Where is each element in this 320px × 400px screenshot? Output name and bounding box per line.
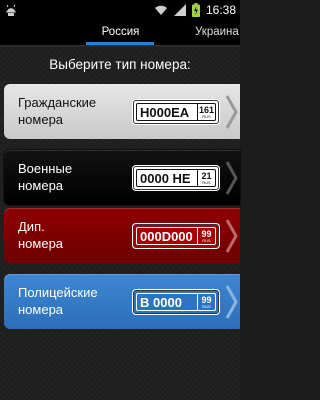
plate-region: 99 RUS bbox=[197, 294, 215, 310]
plate-region: 21 RUS bbox=[197, 170, 215, 186]
tab-ukraine[interactable]: Украина bbox=[195, 20, 239, 46]
card-label: Военные номера bbox=[18, 161, 73, 193]
plate-type-military-button[interactable]: Военные номера 0000 НЕ 21 RUS bbox=[4, 150, 240, 205]
plate-region: 161 RUS bbox=[197, 104, 215, 120]
chevron-right-icon bbox=[225, 161, 238, 195]
signal-icon bbox=[173, 4, 186, 16]
card-label: Полицейские номера bbox=[18, 285, 98, 317]
card-label: Гражданские номера bbox=[18, 95, 97, 127]
plate-type-diplomatic-button[interactable]: Дип. номера 000D000 99 RUS bbox=[4, 208, 240, 263]
plate-number: 000D000 bbox=[140, 229, 193, 244]
usb-debug-icon bbox=[6, 4, 16, 16]
tab-bar: Россия Украина bbox=[0, 20, 240, 46]
plate-preview: Н000ЕА 161 RUS bbox=[133, 100, 219, 124]
plate-preview: 0000 НЕ 21 RUS bbox=[133, 166, 219, 190]
clock: 16:38 bbox=[205, 3, 236, 17]
wifi-icon bbox=[154, 5, 167, 15]
plate-preview: 000D000 99 RUS bbox=[133, 224, 219, 248]
plate-number: 0000 НЕ bbox=[140, 171, 191, 186]
plate-type-police-button[interactable]: Полицейские номера В 0000 99 RUS bbox=[4, 274, 240, 329]
chevron-right-icon bbox=[225, 95, 238, 129]
battery-charging-icon bbox=[191, 3, 200, 17]
plate-preview: В 0000 99 RUS bbox=[133, 290, 219, 314]
plate-number: Н000ЕА bbox=[140, 105, 190, 120]
card-label: Дип. номера bbox=[18, 219, 64, 251]
plate-region: 99 RUS bbox=[197, 228, 215, 244]
plate-number: В 0000 bbox=[140, 295, 182, 310]
status-bar: 16:38 bbox=[0, 0, 240, 20]
page-title: Выберите тип номера: bbox=[49, 57, 191, 72]
chevron-right-icon bbox=[225, 219, 238, 253]
plate-type-civil-button[interactable]: Гражданские номера Н000ЕА 161 RUS bbox=[4, 84, 240, 139]
tab-divider bbox=[0, 45, 240, 47]
chevron-right-icon bbox=[225, 285, 238, 319]
